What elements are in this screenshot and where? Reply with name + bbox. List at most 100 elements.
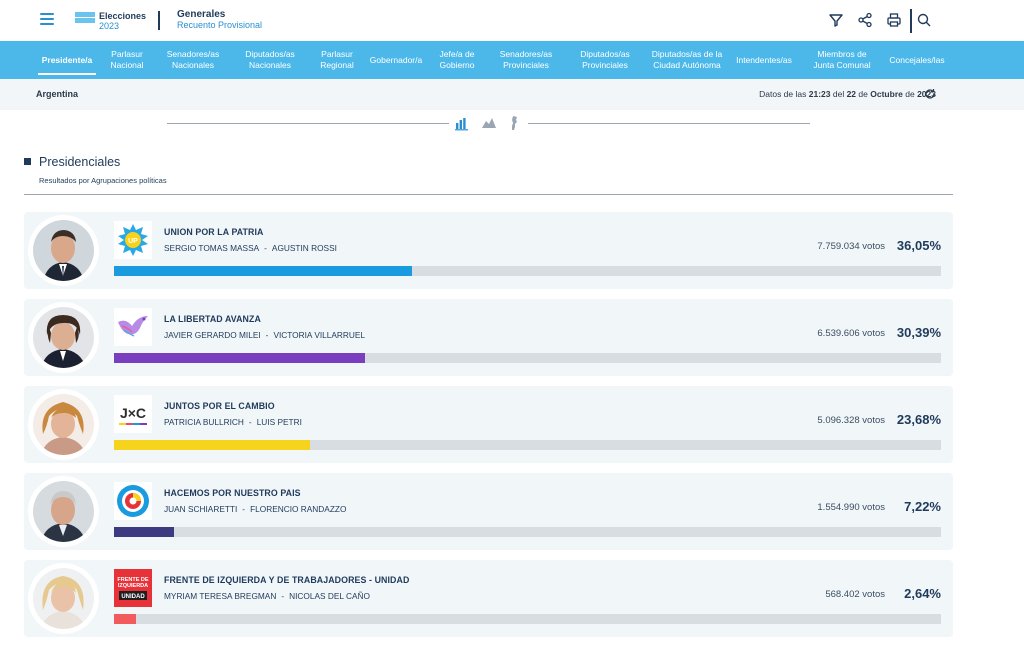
progress-fill <box>114 527 174 537</box>
nav-presidente[interactable]: Presidente/a <box>34 41 100 79</box>
result-card[interactable]: FRENTE DE IZQUIERDA UNIDAD FRENTE DE IZQ… <box>24 560 953 637</box>
vote-percent: 7,22% <box>904 499 941 514</box>
switcher-line-right <box>528 123 810 124</box>
party-logo: UP <box>114 221 152 259</box>
print-icon[interactable] <box>886 12 902 28</box>
toolbar-divider <box>910 9 912 33</box>
candidate-vice: LUIS PETRI <box>256 417 302 427</box>
timestamp-de1: de <box>858 89 868 99</box>
candidate-photo <box>33 568 94 629</box>
header-divider <box>158 11 160 30</box>
top-header: Elecciones 2023 Generales Recuento Provi… <box>0 0 1024 41</box>
nav-parlasur-nacional[interactable]: Parlasur Nacional <box>102 41 152 79</box>
elecciones-logo[interactable] <box>75 12 95 28</box>
candidate-vice: AGUSTIN ROSSI <box>271 243 337 253</box>
vote-count: 568.402 votos <box>825 589 885 600</box>
data-timestamp: Datos de las 21:23 del 22 de Octubre de … <box>759 89 936 99</box>
menu-icon[interactable] <box>40 13 54 27</box>
result-card[interactable]: HACEMOS POR NUESTRO PAIS JUAN SCHIARETTI… <box>24 473 953 550</box>
progress-fill <box>114 614 136 624</box>
candidate-president: PATRICIA BULLRICH <box>164 417 244 427</box>
candidate-photo-frame <box>28 302 99 373</box>
candidate-president: JUAN SCHIARETTI <box>164 504 238 514</box>
filter-icon[interactable] <box>828 12 844 28</box>
party-name: FRENTE DE IZQUIERDA Y DE TRABAJADORES - … <box>164 575 410 585</box>
candidates: PATRICIA BULLRICH - LUIS PETRI <box>164 417 302 427</box>
nav-senadores-provinciales[interactable]: Senadores/as Provinciales <box>488 41 564 79</box>
brand-line2: 2023 <box>99 21 120 31</box>
progress-fill <box>114 353 366 363</box>
argentina-map-icon[interactable] <box>506 115 522 131</box>
share-icon[interactable] <box>857 12 873 28</box>
party-logo: J×C <box>114 395 152 433</box>
brand-line1: Elecciones <box>99 11 147 21</box>
timestamp-prefix: Datos de las <box>759 89 807 99</box>
location-bar: Argentina Datos de las 21:23 del 22 de O… <box>0 79 1024 110</box>
section-title: Presidenciales <box>39 155 121 169</box>
election-title: Generales <box>177 9 226 20</box>
election-subtitle: Recuento Provisional <box>177 20 263 30</box>
section-divider <box>24 194 953 195</box>
nav-intendentes[interactable]: Intendentes/as <box>730 41 798 79</box>
refresh-icon[interactable] <box>924 88 936 100</box>
timestamp-time: 21:23 <box>808 89 831 99</box>
party-logo <box>114 308 152 346</box>
progress-track <box>114 440 941 450</box>
result-card[interactable]: LA LIBERTAD AVANZA JAVIER GERARDO MILEI -… <box>24 299 953 376</box>
nav-senadores-nacionales[interactable]: Senadores/as Nacionales <box>160 41 226 79</box>
nav-diputados-caba[interactable]: Diputados/as de la Ciudad Autónoma <box>646 41 728 79</box>
vote-percent: 23,68% <box>896 412 941 427</box>
bar-chart-icon[interactable] <box>454 115 470 131</box>
candidate-photo <box>33 394 94 455</box>
candidates: JUAN SCHIARETTI - FLORENCIO RANDAZZO <box>164 504 347 514</box>
candidate-photo-frame <box>28 389 99 460</box>
candidates: SERGIO TOMAS MASSA - AGUSTIN ROSSI <box>164 243 337 253</box>
candidate-vice: NICOLAS DEL CAÑO <box>289 591 370 601</box>
fit-logo-line2: IZQUIERDA <box>118 583 148 589</box>
candidates: MYRIAM TERESA BREGMAN - NICOLAS DEL CAÑO <box>164 591 370 601</box>
timestamp-month: Octubre <box>870 89 903 99</box>
candidates: JAVIER GERARDO MILEI - VICTORIA VILLARRUEL <box>164 330 366 340</box>
candidate-photo-frame <box>28 476 99 547</box>
candidate-photo <box>33 481 94 542</box>
timestamp-de2: de <box>905 89 915 99</box>
vote-percent: 36,05% <box>896 238 941 253</box>
vote-count: 7.759.034 votos <box>817 241 885 252</box>
location-label: Argentina <box>36 89 79 99</box>
candidate-photo <box>33 220 94 281</box>
nav-parlasur-regional[interactable]: Parlasur Regional <box>312 41 362 79</box>
party-name: HACEMOS POR NUESTRO PAIS <box>164 488 301 498</box>
vote-percent: 30,39% <box>896 325 941 340</box>
candidate-president: SERGIO TOMAS MASSA <box>164 243 260 253</box>
progress-fill <box>114 266 413 276</box>
vote-count: 5.096.328 votos <box>817 415 885 426</box>
switcher-line-left <box>167 123 449 124</box>
result-card[interactable]: J×C JUNTOS POR EL CAMBIO PATRICIA BULLRI… <box>24 386 953 463</box>
nav-jefe-gobierno[interactable]: Jefe/a de Gobierno <box>430 41 484 79</box>
nav-diputados-nacionales[interactable]: Diputados/as Nacionales <box>236 41 304 79</box>
result-card[interactable]: UP UNION POR LA PATRIA SERGIO TOMAS MASS… <box>24 212 953 289</box>
nav-gobernador[interactable]: Gobernador/a <box>364 41 428 79</box>
vote-count: 1.554.990 votos <box>817 502 885 513</box>
progress-track <box>114 527 941 537</box>
brand-text[interactable]: Elecciones 2023 <box>99 11 146 31</box>
nav-junta-comunal[interactable]: Miembros de Junta Comunal <box>806 41 878 79</box>
fit-logo-line3: UNIDAD <box>121 594 145 600</box>
timestamp-del: del <box>832 89 845 99</box>
progress-track <box>114 353 941 363</box>
candidate-vice: FLORENCIO RANDAZZO <box>250 504 347 514</box>
progress-track <box>114 266 941 276</box>
search-icon[interactable] <box>916 12 932 28</box>
vote-count: 6.539.606 votos <box>817 328 885 339</box>
nav-concejales[interactable]: Concejales/las <box>884 41 950 79</box>
category-nav: Presidente/a Parlasur Nacional Senadores… <box>0 41 1024 79</box>
candidate-vice: VICTORIA VILLARRUEL <box>273 330 366 340</box>
jxc-logo-text: J×C <box>120 405 146 421</box>
progress-fill <box>114 440 310 450</box>
timestamp-day: 22 <box>846 89 857 99</box>
candidate-photo-frame <box>28 563 99 634</box>
nav-diputados-provinciales[interactable]: Diputados/as Provinciales <box>570 41 640 79</box>
section-bullet <box>24 158 31 165</box>
map-icon[interactable] <box>481 115 497 131</box>
vote-percent: 2,64% <box>904 586 941 601</box>
